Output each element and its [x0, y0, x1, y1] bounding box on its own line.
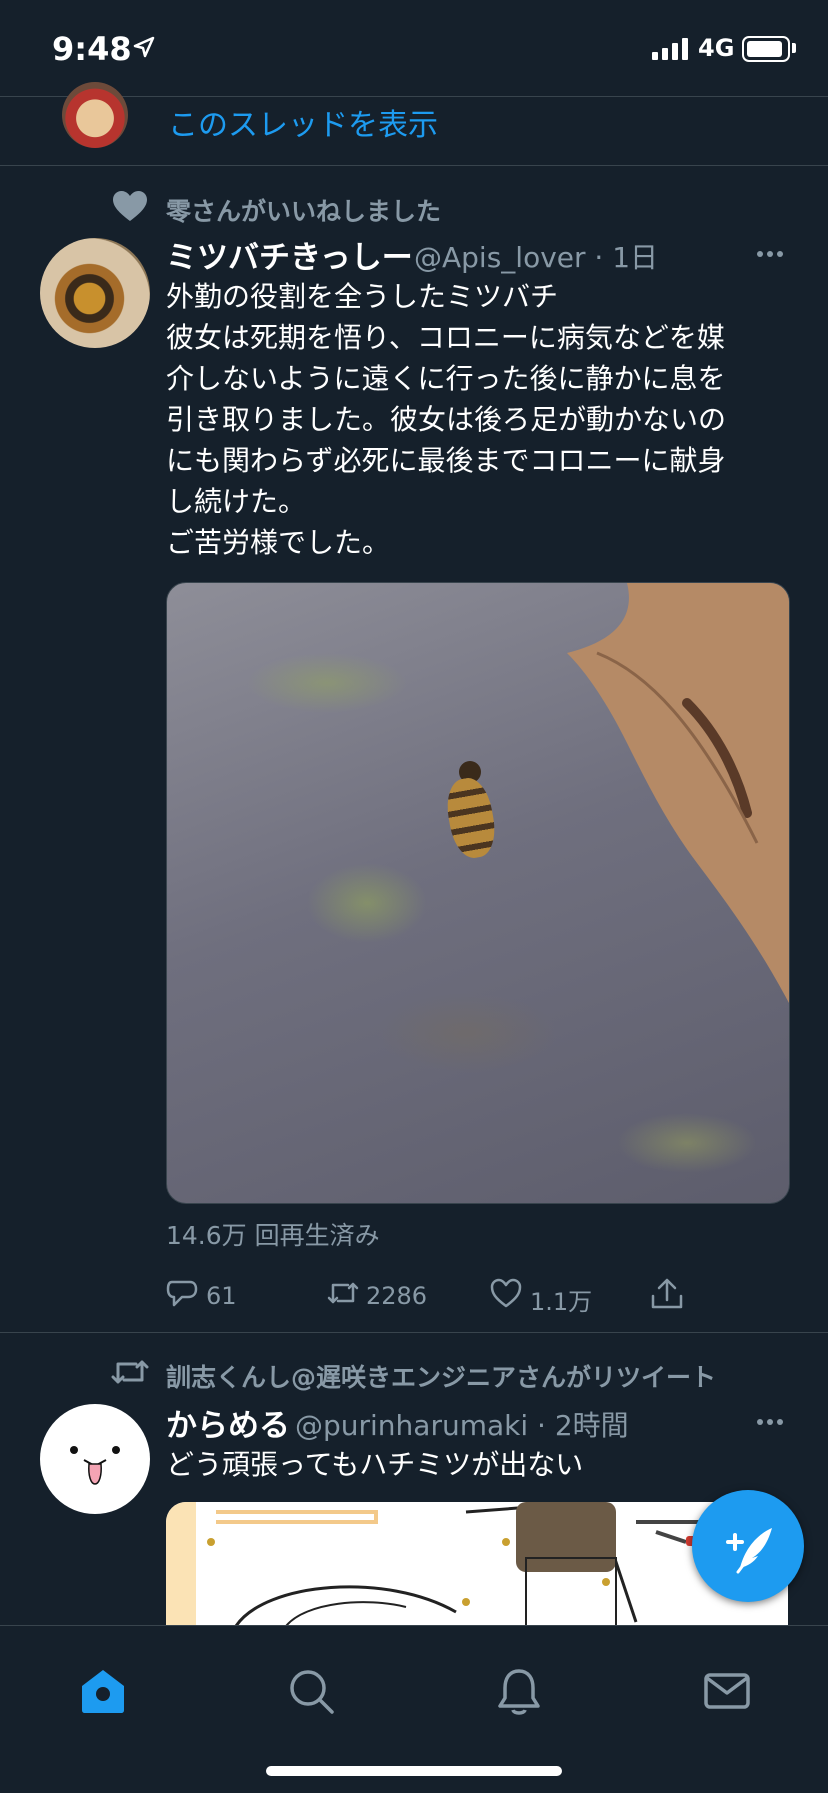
tweet-text: 外勤の役割を全うしたミツバチ 彼女は死期を悟り、コロニーに病気などを媒 介しない…: [166, 276, 786, 563]
tweet-text-line: 引き取りました。彼女は後ろ足が動かないの: [166, 403, 727, 436]
retweet-context: 訓志くんし@遅咲きエンジニアさんがリツイート: [166, 1363, 717, 1392]
share-icon: [651, 1278, 683, 1309]
messages-envelope-icon[interactable]: [702, 1666, 752, 1716]
compose-tweet-button[interactable]: [692, 1490, 804, 1602]
tweet-text-line: し続けた。: [166, 485, 307, 518]
liked-context: 零さんがいいねしました: [166, 197, 442, 226]
view-count: 14.6万 回再生済み: [166, 1221, 380, 1250]
author-name[interactable]: ミツバチきっしー: [166, 232, 413, 277]
location-arrow-icon: [133, 36, 155, 58]
retweet-icon: [327, 1282, 359, 1304]
battery-cap: [792, 43, 796, 53]
retweet-button[interactable]: 2286: [326, 1278, 427, 1314]
tweet-text: どう頑張ってもハチミツが出ない: [166, 1448, 584, 1481]
network-type: 4G: [698, 34, 735, 62]
reply-button[interactable]: 61: [166, 1278, 237, 1314]
tweet-text-line: ご苦労様でした。: [166, 526, 391, 559]
share-button[interactable]: [650, 1278, 684, 1314]
author-handle-time[interactable]: @Apis_lover · 1日: [414, 236, 658, 276]
author-name[interactable]: からめる: [166, 1400, 290, 1445]
status-bar: 9:48 4G: [0, 0, 828, 96]
heart-icon: [113, 191, 147, 221]
retweet-count: 2286: [366, 1282, 428, 1310]
show-thread-link[interactable]: このスレッドを表示: [168, 100, 438, 144]
compose-feather-icon: [726, 1528, 772, 1574]
search-icon[interactable]: [286, 1666, 336, 1716]
thread-avatar[interactable]: [62, 82, 128, 148]
bee-image: [442, 774, 500, 862]
divider: [0, 1332, 828, 1333]
like-count: 1.1万: [530, 1288, 593, 1316]
tweet-video[interactable]: [166, 582, 790, 1204]
more-options-icon[interactable]: [756, 1418, 784, 1426]
author-avatar[interactable]: [40, 1404, 150, 1514]
avatar-face: [70, 1446, 120, 1485]
tweet-text-line: 介しないように遠くに行った後に静かに息を: [166, 362, 726, 395]
more-options-icon[interactable]: [756, 250, 784, 258]
home-icon[interactable]: [78, 1666, 128, 1716]
author-handle-time[interactable]: @purinharumaki · 2時間: [295, 1404, 629, 1444]
tweet-text-line: にも関わらず必死に最後までコロニーに献身: [166, 444, 726, 477]
status-time: 9:48: [52, 30, 132, 68]
reply-icon: [166, 1280, 198, 1307]
divider: [0, 165, 828, 166]
tweet-text-line: 彼女は死期を悟り、コロニーに病気などを媒: [166, 321, 725, 354]
retweet-icon: [111, 1360, 149, 1384]
reply-count: 61: [206, 1282, 237, 1310]
battery-icon: [742, 36, 790, 62]
cellular-signal-icon: [652, 38, 688, 60]
like-icon: [490, 1278, 522, 1308]
like-button[interactable]: 1.1万: [490, 1278, 592, 1316]
home-indicator[interactable]: [266, 1766, 562, 1776]
tweet-text-line: 外勤の役割を全うしたミツバチ: [166, 280, 559, 313]
leaf-image: [567, 583, 789, 1003]
divider: [0, 96, 828, 97]
notifications-bell-icon[interactable]: [494, 1666, 544, 1716]
author-avatar[interactable]: [40, 238, 150, 348]
